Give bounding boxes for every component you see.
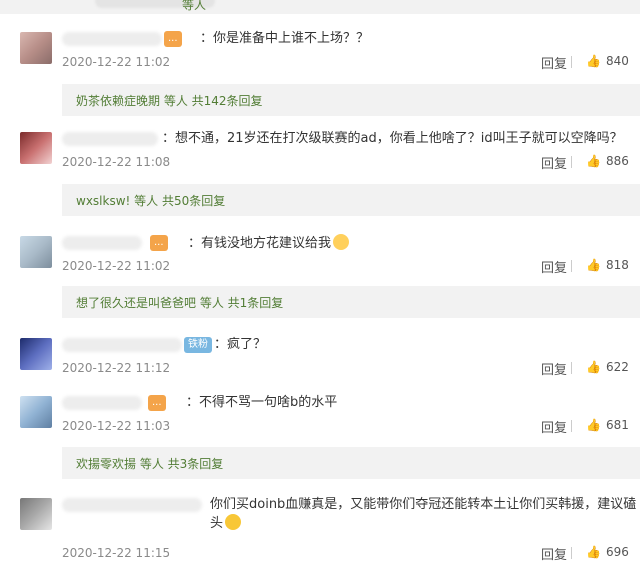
reply-summary[interactable]: wxslksw! 等人 共50条回复 bbox=[76, 192, 225, 209]
fan-badge: ... bbox=[150, 235, 168, 251]
reply-summary[interactable]: 欢揚零欢揚 等人 共3条回复 bbox=[76, 455, 223, 472]
like-button[interactable]: 👍 696 bbox=[586, 545, 629, 559]
like-count: 622 bbox=[606, 360, 629, 374]
like-count: 818 bbox=[606, 258, 629, 272]
reply-summary-box[interactable]: 欢揚零欢揚 等人 共3条回复 bbox=[62, 447, 640, 479]
divider bbox=[571, 420, 572, 432]
thumbs-up-icon: 👍 bbox=[586, 54, 601, 68]
reply-summary-box[interactable]: wxslksw! 等人 共50条回复 bbox=[62, 184, 640, 216]
reply-summary[interactable]: 奶茶依赖症晚期 等人 共142条回复 bbox=[76, 92, 263, 109]
reply-button[interactable]: 回复 bbox=[541, 417, 567, 436]
divider bbox=[571, 56, 572, 68]
previous-reply-strip: 等人 bbox=[0, 0, 640, 14]
timestamp: 2020-12-22 11:02 bbox=[62, 55, 171, 69]
timestamp: 2020-12-22 11:15 bbox=[62, 546, 171, 560]
username-blurred[interactable] bbox=[62, 396, 142, 410]
comment-text: 你们买doinb血赚真是，又能带你们夺冠还能转本土让你们买韩援，建议磕头 bbox=[210, 497, 637, 531]
comment-text: ：有钱没地方花建议给我 bbox=[188, 234, 351, 253]
avatar[interactable] bbox=[20, 396, 52, 428]
like-button[interactable]: 👍 886 bbox=[586, 154, 629, 168]
avatar[interactable] bbox=[20, 32, 52, 64]
like-button[interactable]: 👍 818 bbox=[586, 258, 629, 272]
reply-button[interactable]: 回复 bbox=[541, 153, 567, 172]
reply-summary[interactable]: 想了很久还是叫爸爸吧 等人 共1条回复 bbox=[76, 294, 283, 311]
username-blurred[interactable] bbox=[62, 498, 202, 512]
divider bbox=[571, 260, 572, 272]
comment-text: ：想不通，21岁还在打次级联赛的ad，你看上他啥了？id叫王子就可以空降吗？ bbox=[162, 131, 623, 146]
crying-emoji-icon bbox=[333, 234, 350, 250]
avatar[interactable] bbox=[20, 338, 52, 370]
username-blurred[interactable] bbox=[62, 338, 182, 352]
divider bbox=[571, 547, 572, 559]
username-blurred[interactable] bbox=[62, 236, 142, 250]
timestamp: 2020-12-22 11:02 bbox=[62, 259, 171, 273]
timestamp: 2020-12-22 11:12 bbox=[62, 361, 171, 375]
fan-badge: ... bbox=[148, 395, 166, 411]
fan-badge: 铁粉 bbox=[184, 337, 212, 353]
like-count: 886 bbox=[606, 154, 629, 168]
reply-button[interactable]: 回复 bbox=[541, 544, 567, 563]
thumbs-up-icon: 👍 bbox=[586, 258, 601, 272]
like-button[interactable]: 👍 840 bbox=[586, 54, 629, 68]
divider bbox=[571, 156, 572, 168]
username-blurred[interactable] bbox=[62, 32, 162, 46]
timestamp: 2020-12-22 11:08 bbox=[62, 155, 171, 169]
like-count: 696 bbox=[606, 545, 629, 559]
previous-reply-text: 等人 bbox=[182, 0, 207, 12]
avatar[interactable] bbox=[20, 132, 52, 164]
timestamp: 2020-12-22 11:03 bbox=[62, 419, 171, 433]
comment-text: ：疯了？ bbox=[214, 337, 267, 352]
avatar[interactable] bbox=[20, 498, 52, 530]
like-button[interactable]: 👍 681 bbox=[586, 418, 629, 432]
like-count: 681 bbox=[606, 418, 629, 432]
reply-summary-box[interactable]: 想了很久还是叫爸爸吧 等人 共1条回复 bbox=[62, 286, 640, 318]
reply-button[interactable]: 回复 bbox=[541, 257, 567, 276]
reply-summary-box[interactable]: 奶茶依赖症晚期 等人 共142条回复 bbox=[62, 84, 640, 116]
divider bbox=[571, 362, 572, 374]
thumbs-up-icon: 👍 bbox=[586, 545, 601, 559]
like-count: 840 bbox=[606, 54, 629, 68]
thumbs-up-icon: 👍 bbox=[586, 360, 601, 374]
like-button[interactable]: 👍 622 bbox=[586, 360, 629, 374]
thumbs-up-emoji-icon bbox=[225, 514, 242, 530]
thumbs-up-icon: 👍 bbox=[586, 418, 601, 432]
comment-text: ：不得不骂一句啥b的水平 bbox=[186, 395, 338, 410]
reply-button[interactable]: 回复 bbox=[541, 359, 567, 378]
avatar[interactable] bbox=[20, 236, 52, 268]
username-blurred[interactable] bbox=[62, 132, 158, 146]
comment-text: ：你是准备中上谁不上场？？ bbox=[200, 31, 370, 46]
fan-badge: ... bbox=[164, 31, 182, 47]
reply-button[interactable]: 回复 bbox=[541, 53, 567, 72]
thumbs-up-icon: 👍 bbox=[586, 154, 601, 168]
